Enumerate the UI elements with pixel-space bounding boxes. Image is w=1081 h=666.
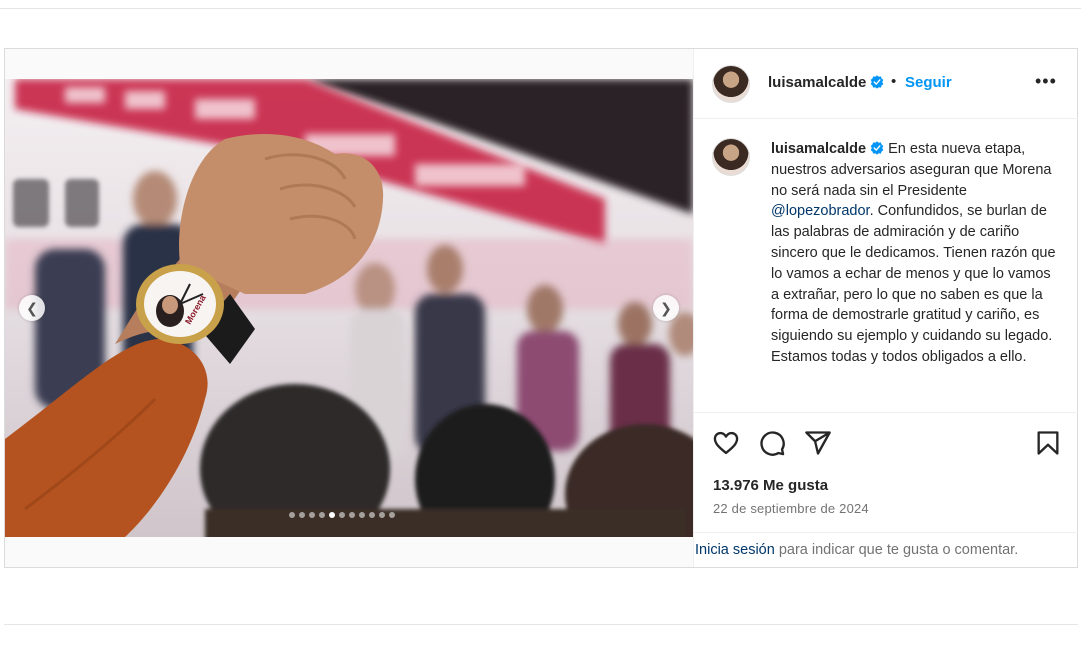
carousel-dot bbox=[369, 512, 375, 518]
login-link[interactable]: Inicia sesión bbox=[695, 542, 775, 558]
carousel-dot bbox=[329, 512, 335, 518]
carousel-prev-button[interactable]: ❮ bbox=[19, 295, 45, 321]
carousel-dot bbox=[349, 512, 355, 518]
carousel-dot bbox=[289, 512, 295, 518]
caption-area: luisamalcalde En esta nueva etapa, nuest… bbox=[694, 120, 1078, 412]
post-photo: Morena ❮ ❯ bbox=[5, 79, 693, 537]
paper-plane-icon bbox=[805, 431, 831, 455]
avatar[interactable] bbox=[712, 65, 750, 103]
login-prompt-text: Inicia sesión para indicar que te gusta … bbox=[695, 542, 1018, 558]
carousel-dot bbox=[339, 512, 345, 518]
share-button[interactable] bbox=[804, 429, 832, 457]
caption-avatar[interactable] bbox=[712, 138, 750, 176]
login-prompt: Inicia sesión para indicar que te gusta … bbox=[694, 532, 1078, 567]
carousel-dot bbox=[299, 512, 305, 518]
header-separator: • bbox=[891, 73, 897, 90]
username-text[interactable]: luisamalcalde bbox=[768, 74, 866, 91]
post-caption: luisamalcalde En esta nueva etapa, nuest… bbox=[771, 139, 1061, 368]
top-divider bbox=[0, 8, 1081, 9]
post-side-panel: luisamalcalde • Seguir ••• luisamalcalde… bbox=[693, 49, 1078, 567]
login-prompt-rest: para indicar que te gusta o comentar. bbox=[774, 542, 1019, 558]
carousel-dot bbox=[379, 512, 385, 518]
like-button[interactable] bbox=[712, 429, 740, 457]
carousel-dot bbox=[359, 512, 365, 518]
chevron-left-icon: ❮ bbox=[26, 299, 38, 316]
carousel-indicator-dots bbox=[289, 512, 395, 518]
carousel-next-button[interactable]: ❯ bbox=[653, 295, 679, 321]
comment-button[interactable] bbox=[758, 429, 786, 457]
carousel-dot bbox=[309, 512, 315, 518]
chevron-right-icon: ❯ bbox=[660, 299, 672, 316]
more-options-button[interactable]: ••• bbox=[1035, 71, 1057, 92]
caption-username[interactable]: luisamalcalde bbox=[771, 141, 866, 157]
carousel-dot bbox=[389, 512, 395, 518]
post-photo-illustration: Morena bbox=[5, 79, 693, 537]
post-header: luisamalcalde • Seguir ••• bbox=[694, 49, 1078, 119]
bookmark-icon bbox=[1037, 431, 1059, 455]
heart-icon bbox=[713, 431, 739, 455]
instagram-post-embed: Morena ❮ ❯ luisamalcalde • Seguir ••• lu… bbox=[4, 48, 1078, 568]
follow-button[interactable]: Seguir bbox=[905, 74, 952, 91]
header-username[interactable]: luisamalcalde bbox=[768, 74, 884, 91]
post-date[interactable]: 22 de septiembre de 2024 bbox=[713, 501, 869, 516]
carousel-dot bbox=[319, 512, 325, 518]
verified-badge-icon bbox=[871, 75, 884, 89]
verified-badge-icon bbox=[870, 141, 884, 155]
save-button[interactable] bbox=[1034, 429, 1062, 457]
likes-count[interactable]: 13.976 Me gusta bbox=[713, 477, 828, 494]
bottom-divider bbox=[4, 624, 1078, 625]
comment-bubble-icon bbox=[760, 431, 785, 456]
media-top-margin bbox=[5, 49, 693, 79]
caption-mention-link[interactable]: @lopezobrador bbox=[771, 203, 870, 219]
post-actions-bar bbox=[694, 412, 1078, 472]
media-bottom-margin bbox=[5, 537, 693, 567]
caption-text-part2: . Confundidos, se burlan de las palabras… bbox=[771, 203, 1056, 365]
